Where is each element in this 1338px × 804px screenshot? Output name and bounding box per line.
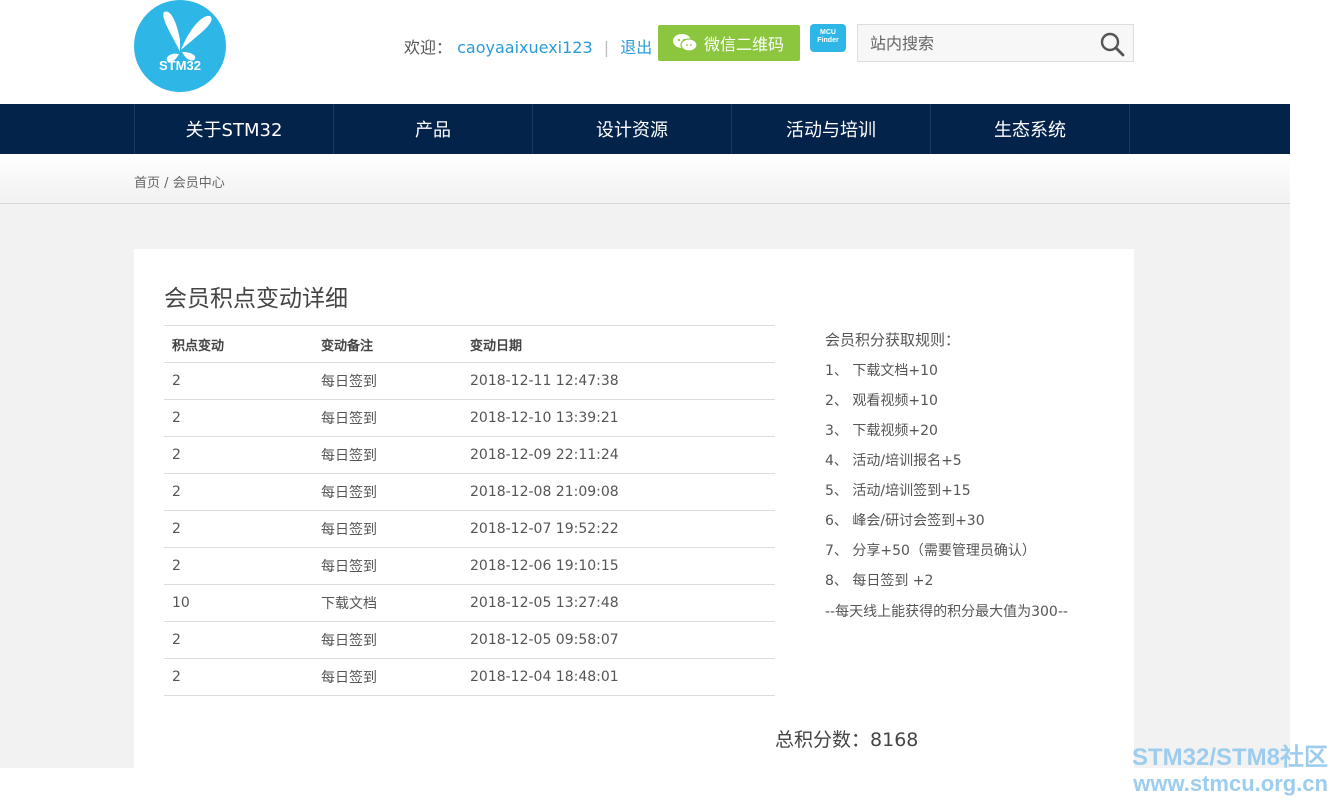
nav-item-design-resources[interactable]: 设计资源 xyxy=(533,104,732,154)
rule-item: 1、 下载文档+10 xyxy=(825,363,938,379)
cell-points: 10 xyxy=(164,584,313,622)
nav-item-events[interactable]: 活动与培训 xyxy=(732,104,931,154)
mcu-finder-line1: MCU xyxy=(820,29,836,36)
cell-points: 2 xyxy=(164,436,313,474)
cell-date: 2018-12-05 09:58:07 xyxy=(462,621,775,659)
total-label: 总积分数： xyxy=(775,729,871,751)
cell-note: 每日签到 xyxy=(313,510,462,548)
search-icon[interactable] xyxy=(1099,31,1125,57)
welcome-area: 欢迎： caoyaaixuexi123 | 退出 xyxy=(404,34,652,58)
cell-points: 2 xyxy=(164,399,313,437)
cell-note: 每日签到 xyxy=(313,658,462,696)
points-card: 会员积点变动详细 积点变动 变动备注 变动日期 2 每日签到 2018-12-11 … xyxy=(134,249,1134,804)
cell-date: 2018-12-04 18:48:01 xyxy=(462,658,775,696)
table-row: 2 每日签到 2018-12-09 22:11:24 xyxy=(164,436,775,474)
rule-item: 6、 峰会/研讨会签到+30 xyxy=(825,513,985,529)
table-row: 2 每日签到 2018-12-07 19:52:22 xyxy=(164,510,775,548)
cell-points: 2 xyxy=(164,658,313,696)
table-row: 2 每日签到 2018-12-06 19:10:15 xyxy=(164,547,775,585)
breadcrumb-home[interactable]: 首页 xyxy=(134,176,160,191)
mcu-finder-icon: MCU Finder xyxy=(810,24,846,52)
rule-item: 4、 活动/培训报名+5 xyxy=(825,453,962,469)
butterfly-logo-icon xyxy=(163,11,212,63)
cell-note: 每日签到 xyxy=(313,547,462,585)
logout-link[interactable]: 退出 xyxy=(620,38,652,57)
search-box xyxy=(857,24,1134,62)
separator: | xyxy=(603,38,610,57)
breadcrumb-current[interactable]: 会员中心 xyxy=(173,176,225,191)
table-row: 2 每日签到 2018-12-05 09:58:07 xyxy=(164,621,775,659)
points-rules: 会员积分获取规则： 1、 下载文档+10 2、 观看视频+10 3、 下载视频+… xyxy=(825,329,1068,621)
rules-note: --每天线上能获得的积分最大值为300-- xyxy=(825,604,1068,620)
cell-note: 每日签到 xyxy=(313,436,462,474)
breadcrumb: 首页 / 会员中心 xyxy=(134,172,225,191)
wechat-label: 微信二维码 xyxy=(704,35,785,54)
cell-note: 每日签到 xyxy=(313,399,462,437)
breadcrumb-bar: 首页 / 会员中心 xyxy=(0,154,1290,204)
wechat-icon xyxy=(672,33,698,53)
welcome-label: 欢迎： xyxy=(404,38,453,57)
table-row: 2 每日签到 2018-12-04 18:48:01 xyxy=(164,658,775,696)
cell-points: 2 xyxy=(164,547,313,585)
table-row: 2 每日签到 2018-12-11 12:47:38 xyxy=(164,362,775,400)
rule-item: 3、 下载视频+20 xyxy=(825,423,938,439)
stm32-logo[interactable]: STM32 xyxy=(134,0,226,92)
site-watermark: STM32/STM8社区 www.stmcu.org.cn xyxy=(1132,744,1328,796)
column-header: 变动备注 xyxy=(313,325,462,363)
search-input[interactable] xyxy=(858,25,1088,61)
breadcrumb-divider: / xyxy=(164,176,169,191)
page-title: 会员积点变动详细 xyxy=(164,286,348,312)
mcu-finder-line2: Finder xyxy=(817,37,839,44)
cell-date: 2018-12-09 22:11:24 xyxy=(462,436,775,474)
cell-points: 2 xyxy=(164,473,313,511)
watermark-line1: STM32/STM8社区 xyxy=(1131,744,1328,771)
cell-note: 下载文档 xyxy=(313,584,462,622)
wechat-qr-button[interactable]: 微信二维码 xyxy=(658,25,800,61)
rule-item: 2、 观看视频+10 xyxy=(825,393,938,409)
cell-note: 每日签到 xyxy=(313,473,462,511)
rules-title: 会员积分获取规则： xyxy=(825,331,961,349)
cell-date: 2018-12-05 13:27:48 xyxy=(462,584,775,622)
column-header: 变动日期 xyxy=(462,325,775,363)
nav-item-about[interactable]: 关于STM32 xyxy=(135,104,334,154)
cell-date: 2018-12-11 12:47:38 xyxy=(462,362,775,400)
logo-text: STM32 xyxy=(159,58,201,73)
rule-item: 7、 分享+50（需要管理员确认） xyxy=(825,543,1036,559)
table-row: 10 下载文档 2018-12-05 13:27:48 xyxy=(164,584,775,622)
rule-item: 5、 活动/培训签到+15 xyxy=(825,483,971,499)
mcu-finder-link[interactable]: MCU Finder xyxy=(810,24,848,58)
cell-date: 2018-12-07 19:52:22 xyxy=(462,510,775,548)
cell-date: 2018-12-06 19:10:15 xyxy=(462,547,775,585)
cell-points: 2 xyxy=(164,621,313,659)
site-header: STM32 欢迎： caoyaaixuexi123 | 退出 微信二维码 MCU… xyxy=(0,0,1290,104)
total-value: 8168 xyxy=(870,729,919,751)
table-row: 2 每日签到 2018-12-10 13:39:21 xyxy=(164,399,775,437)
cell-date: 2018-12-08 21:09:08 xyxy=(462,473,775,511)
watermark-line2: www.stmcu.org.cn xyxy=(1133,771,1328,796)
column-header: 积点变动 xyxy=(164,325,313,363)
main-nav: 关于STM32 产品 设计资源 活动与培训 生态系统 xyxy=(0,104,1290,154)
total-points: 总积分数：8168 xyxy=(775,725,918,752)
cell-note: 每日签到 xyxy=(313,621,462,659)
cell-points: 2 xyxy=(164,362,313,400)
username-link[interactable]: caoyaaixuexi123 xyxy=(457,38,593,57)
cell-date: 2018-12-10 13:39:21 xyxy=(462,399,775,437)
table-header-row: 积点变动 变动备注 变动日期 xyxy=(164,325,775,363)
rule-item: 8、 每日签到 +2 xyxy=(825,573,934,589)
nav-item-ecosystem[interactable]: 生态系统 xyxy=(931,104,1130,154)
nav-item-products[interactable]: 产品 xyxy=(334,104,533,154)
table-row: 2 每日签到 2018-12-08 21:09:08 xyxy=(164,473,775,511)
cell-points: 2 xyxy=(164,510,313,548)
points-table: 积点变动 变动备注 变动日期 2 每日签到 2018-12-11 12:47:38 … xyxy=(164,325,775,696)
cell-note: 每日签到 xyxy=(313,362,462,400)
